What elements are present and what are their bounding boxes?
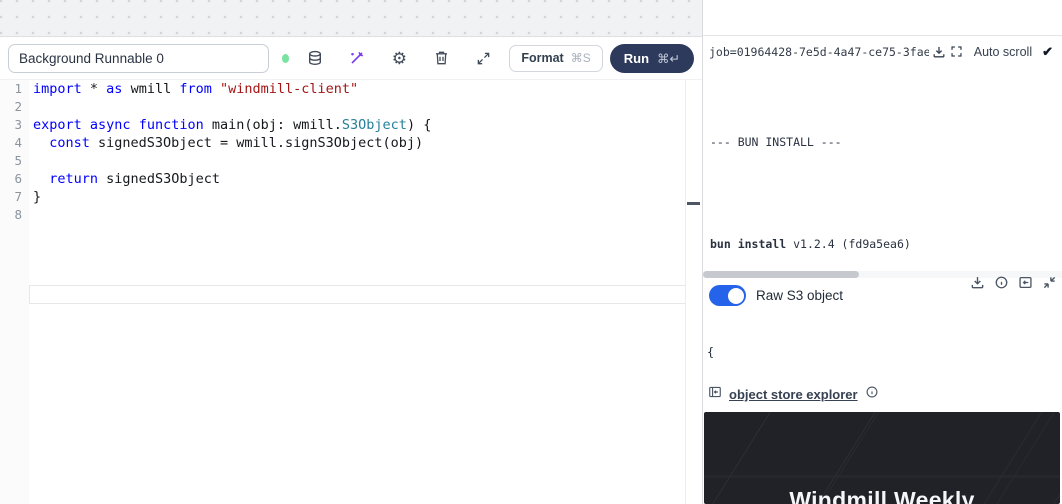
expand-logs-icon[interactable] xyxy=(949,44,965,60)
format-label: Format xyxy=(521,51,563,65)
database-icon[interactable] xyxy=(306,49,324,67)
line-number: 4 xyxy=(0,134,22,152)
line-number: 8 xyxy=(0,206,22,224)
open-in-drawer-icon[interactable] xyxy=(1017,274,1033,290)
overview-ruler-cursor-mark xyxy=(687,202,700,205)
download-result-icon[interactable] xyxy=(969,274,985,290)
line-number: 5 xyxy=(0,152,22,170)
scrollbar-thumb[interactable] xyxy=(703,271,859,278)
code-editor[interactable]: 1 2 3 4 5 6 7 8 import * as wmill from "… xyxy=(0,80,702,504)
json-line: { xyxy=(707,344,1062,361)
log-line: bun install v1.2.4 (fd9a5ea6) xyxy=(710,236,1062,253)
auto-scroll-label: Auto scroll xyxy=(974,45,1032,59)
auto-scroll-checkbox[interactable]: ✔ xyxy=(1042,44,1053,60)
code-line-4: const signedS3Object = wmill.signS3Objec… xyxy=(33,134,423,152)
s3-image-preview[interactable]: Windmill Weekly xyxy=(704,412,1060,504)
windmill-app-editor: ⚙ Format ⌘S xyxy=(0,0,1062,504)
info-icon[interactable] xyxy=(993,274,1009,290)
runnable-name-input[interactable] xyxy=(8,44,269,73)
collapse-panel-icon[interactable] xyxy=(1041,274,1057,290)
raw-s3-object-toggle[interactable] xyxy=(709,285,746,306)
output-panel-header-spacer xyxy=(703,0,1062,36)
status-dot-icon xyxy=(282,54,290,63)
code-line-3: export async function main(obj: wmill.S3… xyxy=(33,116,431,134)
explorer-info-icon[interactable] xyxy=(865,385,879,404)
line-number: 1 xyxy=(0,80,22,98)
run-output-panel: job=01964428-7e5d-4a47-ce75-3fae4 Auto s… xyxy=(702,0,1062,504)
ai-wand-icon[interactable] xyxy=(348,49,366,67)
run-shortcut: ⌘↵ xyxy=(657,51,680,66)
result-toolbar xyxy=(969,274,1057,290)
expand-editor-icon[interactable] xyxy=(474,49,492,67)
line-number: 7 xyxy=(0,188,22,206)
result-json-viewer[interactable]: { "s3": "keynote/thumbnail_weekly_10.png… xyxy=(707,311,1062,379)
line-number: 2 xyxy=(0,98,22,116)
side-panel-icon xyxy=(708,385,722,404)
preview-image-title: Windmill Weekly xyxy=(704,487,1060,504)
raw-s3-toggle-row: Raw S3 object xyxy=(709,285,843,306)
current-line-highlight xyxy=(29,285,686,304)
log-line-blank xyxy=(710,185,1062,202)
preview-decoration xyxy=(704,475,1060,478)
raw-s3-object-label: Raw S3 object xyxy=(756,288,843,303)
toggle-knob xyxy=(728,288,744,304)
code-line-1: import * as wmill from "windmill-client" xyxy=(33,80,358,98)
overview-ruler xyxy=(685,80,686,504)
code-line-6: return signedS3Object xyxy=(33,170,220,188)
run-label: Run xyxy=(624,51,649,66)
line-number: 3 xyxy=(0,116,22,134)
object-store-explorer-link[interactable]: object store explorer xyxy=(729,387,858,402)
download-logs-icon[interactable] xyxy=(931,44,947,60)
settings-gear-icon[interactable]: ⚙ xyxy=(390,49,408,67)
canvas-dotted-background xyxy=(0,0,702,37)
job-header: job=01964428-7e5d-4a47-ce75-3fae4 Auto s… xyxy=(703,40,1062,63)
delete-trash-icon[interactable] xyxy=(432,49,450,67)
format-shortcut: ⌘S xyxy=(571,51,591,65)
run-button[interactable]: Run ⌘↵ xyxy=(610,44,694,73)
code-line-7: } xyxy=(33,188,41,206)
object-store-explorer-row: object store explorer xyxy=(708,385,879,404)
format-button[interactable]: Format ⌘S xyxy=(509,45,602,72)
script-editor-panel: ⚙ Format ⌘S xyxy=(0,0,702,504)
job-id-label: job=01964428-7e5d-4a47-ce75-3fae4 xyxy=(709,45,929,59)
log-line: --- BUN INSTALL --- xyxy=(710,134,1062,151)
editor-toolbar: ⚙ Format ⌘S xyxy=(0,37,702,80)
line-number: 6 xyxy=(0,170,22,188)
job-log-output[interactable]: --- BUN INSTALL --- bun install v1.2.4 (… xyxy=(703,94,1062,272)
